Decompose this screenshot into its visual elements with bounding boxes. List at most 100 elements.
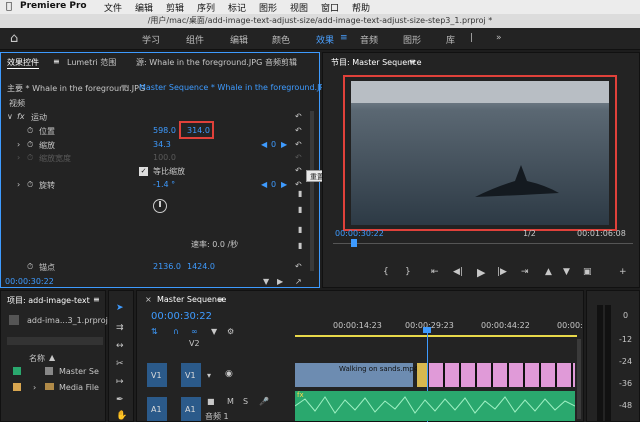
project-menu-icon[interactable]: ≡ <box>93 295 100 304</box>
reset-scale-icon[interactable]: ↶ <box>295 140 302 149</box>
razor-tool-icon[interactable]: ✂ <box>116 359 124 369</box>
playhead-handle[interactable] <box>423 327 431 333</box>
keyframe-marker[interactable]: ▮ <box>298 205 302 214</box>
fx-icon[interactable]: fx <box>17 112 25 121</box>
sequence-label[interactable]: Master Sequence * Whale in the foregroun… <box>139 83 330 92</box>
solo-button[interactable]: S <box>243 397 248 406</box>
menu-graphics[interactable]: 图形 <box>259 1 277 14</box>
position-x-value[interactable]: 598.0 <box>153 126 176 135</box>
rotation-value[interactable]: -1.4 ° <box>153 180 175 189</box>
work-area-bar[interactable] <box>295 335 577 337</box>
program-menu-icon[interactable]: ≡ <box>409 57 416 66</box>
audio-clip[interactable]: fx <box>294 391 576 421</box>
wrench-icon[interactable]: ⚙ <box>227 327 234 336</box>
prev-keyframe-icon[interactable]: ◀ <box>261 140 267 149</box>
slip-tool-icon[interactable]: ↦ <box>116 377 124 387</box>
extract-icon[interactable]: ▼ <box>563 267 570 277</box>
tab-source[interactable]: 源: Whale in the foreground.JPG <box>136 57 262 68</box>
reset-uniform-icon[interactable]: ↶ <box>295 166 302 175</box>
menu-clip[interactable]: 剪辑 <box>166 1 184 14</box>
scale-value[interactable]: 34.3 <box>153 140 171 149</box>
position-stopwatch-icon[interactable]: ⏱ <box>27 126 33 136</box>
timeline-tab[interactable]: Master Sequence <box>157 295 226 304</box>
workspace-editing[interactable]: 编辑 <box>230 33 248 46</box>
expand-rotation-icon[interactable]: › <box>17 180 20 189</box>
reset-motion-icon[interactable]: ↶ <box>295 112 302 121</box>
menu-file[interactable]: 文件 <box>104 1 122 14</box>
workspace-libraries[interactable]: 库 <box>446 33 455 46</box>
timeline-close-icon[interactable]: × <box>145 295 152 304</box>
source-dropdown-icon[interactable]: ▼ <box>121 83 127 92</box>
rotation-next-keyframe-icon[interactable]: ▶ <box>281 180 287 189</box>
filter-icon[interactable]: ▼ <box>263 277 269 286</box>
step-back-icon[interactable]: ◀| <box>453 267 463 277</box>
home-icon[interactable]: ⌂ <box>10 31 18 46</box>
nest-icon[interactable]: ⇅ <box>151 327 158 336</box>
snap-icon[interactable]: ∩ <box>173 327 179 336</box>
project-item-sequence[interactable]: Master Se <box>59 367 99 376</box>
track-a1-target[interactable]: A1 <box>181 397 201 421</box>
linked-selection-icon[interactable]: ∞ <box>191 327 198 336</box>
source-patch-v1[interactable]: V1 <box>147 363 167 387</box>
track-visibility-icon[interactable]: ◉ <box>225 369 233 379</box>
video-clip[interactable]: Walking on sands.mp4 <box>295 363 418 387</box>
workspace-effects[interactable]: 效果 <box>316 33 334 46</box>
go-to-in-icon[interactable]: ⇤ <box>431 267 439 277</box>
panel-scrollbar[interactable] <box>310 111 314 271</box>
expand-scale-icon[interactable]: › <box>17 140 20 149</box>
mark-out-icon[interactable]: } <box>405 267 411 277</box>
anchor-stopwatch-icon[interactable]: ⏱ <box>27 262 33 272</box>
effect-timecode[interactable]: 00:00:30:22 <box>5 277 54 286</box>
timeline-timecode[interactable]: 00:00:30:22 <box>151 311 212 322</box>
reset-position-icon[interactable]: ↶ <box>295 126 302 135</box>
keyframe-marker[interactable]: ▮ <box>298 225 302 234</box>
label-color-orange[interactable] <box>13 383 21 391</box>
keyframe-marker[interactable]: ▮ <box>298 241 302 250</box>
mark-in-icon[interactable]: { <box>383 267 389 277</box>
tab-audio-clip[interactable]: 音频剪辑 <box>265 57 297 68</box>
workspace-learn[interactable]: 学习 <box>142 33 160 46</box>
menu-help[interactable]: 帮助 <box>352 1 370 14</box>
project-search[interactable] <box>7 337 103 345</box>
track-v1-target[interactable]: V1 <box>181 363 201 387</box>
app-menu[interactable]: Premiere Pro <box>20 1 87 11</box>
tab-effect-controls[interactable]: 效果控件 <box>7 57 39 69</box>
menu-window[interactable]: 窗口 <box>321 1 339 14</box>
program-monitor-title[interactable]: 节目: Master Sequence <box>331 57 422 68</box>
reset-rotation-icon[interactable]: ↶ <box>295 180 302 189</box>
play-icon[interactable]: ▶ <box>477 266 485 279</box>
label-color-green[interactable] <box>13 367 21 375</box>
menu-view[interactable]: 视图 <box>290 1 308 14</box>
lift-icon[interactable]: ▲ <box>545 267 552 277</box>
workspace-assembly[interactable]: 组件 <box>186 33 204 46</box>
menu-edit[interactable]: 编辑 <box>135 1 153 14</box>
export-frame-icon[interactable]: ▣ <box>583 267 592 277</box>
rotation-stopwatch-icon[interactable]: ⏱ <box>27 180 33 190</box>
image-clip[interactable] <box>417 363 427 387</box>
workspace-audio[interactable]: 音频 <box>360 33 378 46</box>
track-lock-icon[interactable]: ▾ <box>207 371 211 380</box>
track-a1-settings-icon[interactable]: ■ <box>207 397 215 406</box>
program-scrub-bar[interactable] <box>333 243 633 244</box>
collapse-motion-icon[interactable]: ∨ <box>7 112 13 121</box>
step-forward-icon[interactable]: |▶ <box>497 267 507 277</box>
source-patch-a1[interactable]: A1 <box>147 397 167 421</box>
workspace-color[interactable]: 颜色 <box>272 33 290 46</box>
go-to-out-icon[interactable]: ⇥ <box>521 267 529 277</box>
voice-over-icon[interactable]: 🎤 <box>259 397 269 406</box>
pen-tool-icon[interactable]: ✒ <box>116 395 124 405</box>
rotation-dial[interactable] <box>153 199 167 213</box>
keyframe-marker[interactable]: ▮ <box>298 189 302 198</box>
workspace-graphics[interactable]: 图形 <box>403 33 421 46</box>
export-icon[interactable]: ↗ <box>295 277 302 286</box>
program-video-frame[interactable] <box>343 75 617 231</box>
timeline-menu-icon[interactable]: ≡ <box>217 295 224 304</box>
menu-sequence[interactable]: 序列 <box>197 1 215 14</box>
image-clip-sequence[interactable] <box>429 363 575 387</box>
rotation-prev-keyframe-icon[interactable]: ◀ <box>261 180 267 189</box>
anchor-x-value[interactable]: 2136.0 <box>153 262 181 271</box>
add-marker-icon[interactable]: ▼ <box>211 327 217 336</box>
next-keyframe-icon[interactable]: ▶ <box>281 140 287 149</box>
sort-icon[interactable]: ▲ <box>49 353 55 362</box>
tab-menu-icon[interactable]: ≡ <box>53 57 60 66</box>
